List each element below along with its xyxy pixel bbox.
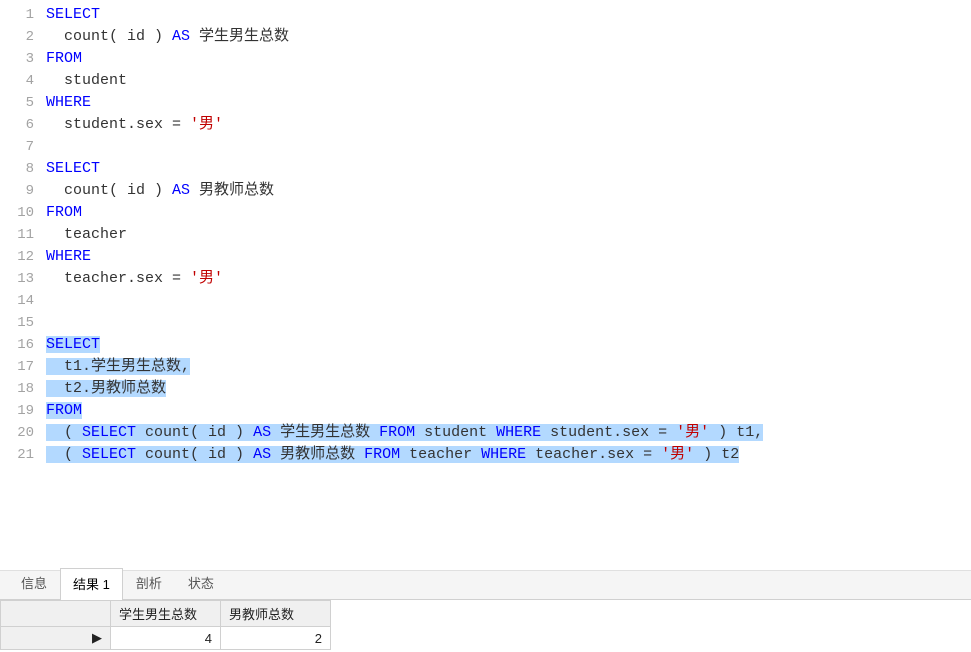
line-number: 17 bbox=[0, 356, 34, 378]
code-line[interactable]: student.sex = '男' bbox=[46, 114, 971, 136]
code-line[interactable] bbox=[46, 290, 971, 312]
code-line[interactable] bbox=[46, 312, 971, 334]
row-marker: ▶ bbox=[1, 627, 111, 650]
line-gutter: 123456789101112131415161718192021 bbox=[0, 4, 46, 570]
line-number: 9 bbox=[0, 180, 34, 202]
column-header[interactable]: 男教师总数 bbox=[221, 601, 331, 627]
column-header[interactable]: 学生男生总数 bbox=[111, 601, 221, 627]
line-number: 13 bbox=[0, 268, 34, 290]
cell[interactable]: 4 bbox=[111, 627, 221, 650]
code-line[interactable]: SELECT bbox=[46, 4, 971, 26]
code-line[interactable]: ( SELECT count( id ) AS 学生男生总数 FROM stud… bbox=[46, 422, 971, 444]
code-line[interactable]: FROM bbox=[46, 400, 971, 422]
code-line[interactable]: FROM bbox=[46, 202, 971, 224]
code-line[interactable]: SELECT bbox=[46, 158, 971, 180]
code-line[interactable]: teacher.sex = '男' bbox=[46, 268, 971, 290]
line-number: 7 bbox=[0, 136, 34, 158]
line-number: 2 bbox=[0, 26, 34, 48]
code-area[interactable]: SELECT count( id ) AS 学生男生总数FROM student… bbox=[46, 4, 971, 570]
line-number: 3 bbox=[0, 48, 34, 70]
result-table[interactable]: 学生男生总数男教师总数 ▶42 bbox=[0, 600, 331, 650]
tab-1[interactable]: 结果 1 bbox=[60, 568, 123, 600]
line-number: 16 bbox=[0, 334, 34, 356]
line-number: 10 bbox=[0, 202, 34, 224]
result-header-row: 学生男生总数男教师总数 bbox=[1, 601, 331, 627]
code-line[interactable]: t1.学生男生总数, bbox=[46, 356, 971, 378]
cell[interactable]: 2 bbox=[221, 627, 331, 650]
line-number: 1 bbox=[0, 4, 34, 26]
line-number: 12 bbox=[0, 246, 34, 268]
line-number: 18 bbox=[0, 378, 34, 400]
line-number: 11 bbox=[0, 224, 34, 246]
line-number: 19 bbox=[0, 400, 34, 422]
code-line[interactable] bbox=[46, 136, 971, 158]
tab-0[interactable]: 信息 bbox=[8, 567, 60, 599]
code-line[interactable]: t2.男教师总数 bbox=[46, 378, 971, 400]
results-tabs: 信息 结果 1 剖析 状态 bbox=[0, 571, 971, 599]
row-handle-header bbox=[1, 601, 111, 627]
code-line[interactable]: ( SELECT count( id ) AS 男教师总数 FROM teach… bbox=[46, 444, 971, 466]
code-line[interactable]: teacher bbox=[46, 224, 971, 246]
line-number: 5 bbox=[0, 92, 34, 114]
line-number: 4 bbox=[0, 70, 34, 92]
code-line[interactable]: WHERE bbox=[46, 246, 971, 268]
line-number: 20 bbox=[0, 422, 34, 444]
tab-3[interactable]: 状态 bbox=[175, 567, 227, 599]
line-number: 14 bbox=[0, 290, 34, 312]
result-table-area: 学生男生总数男教师总数 ▶42 bbox=[0, 599, 971, 652]
table-row[interactable]: ▶42 bbox=[1, 627, 331, 650]
tab-label: 剖析 bbox=[136, 576, 162, 591]
line-number: 21 bbox=[0, 444, 34, 466]
tab-label: 信息 bbox=[21, 576, 47, 591]
tab-2[interactable]: 剖析 bbox=[123, 567, 175, 599]
results-panel: 信息 结果 1 剖析 状态 学生男生总数男教师总数 ▶42 bbox=[0, 570, 971, 652]
code-line[interactable]: WHERE bbox=[46, 92, 971, 114]
code-line[interactable]: student bbox=[46, 70, 971, 92]
line-number: 6 bbox=[0, 114, 34, 136]
tab-label: 结果 1 bbox=[73, 577, 110, 592]
code-line[interactable]: count( id ) AS 男教师总数 bbox=[46, 180, 971, 202]
tab-label: 状态 bbox=[188, 576, 214, 591]
code-line[interactable]: FROM bbox=[46, 48, 971, 70]
line-number: 8 bbox=[0, 158, 34, 180]
code-line[interactable]: SELECT bbox=[46, 334, 971, 356]
line-number: 15 bbox=[0, 312, 34, 334]
sql-editor[interactable]: 123456789101112131415161718192021 SELECT… bbox=[0, 0, 971, 570]
code-line[interactable]: count( id ) AS 学生男生总数 bbox=[46, 26, 971, 48]
